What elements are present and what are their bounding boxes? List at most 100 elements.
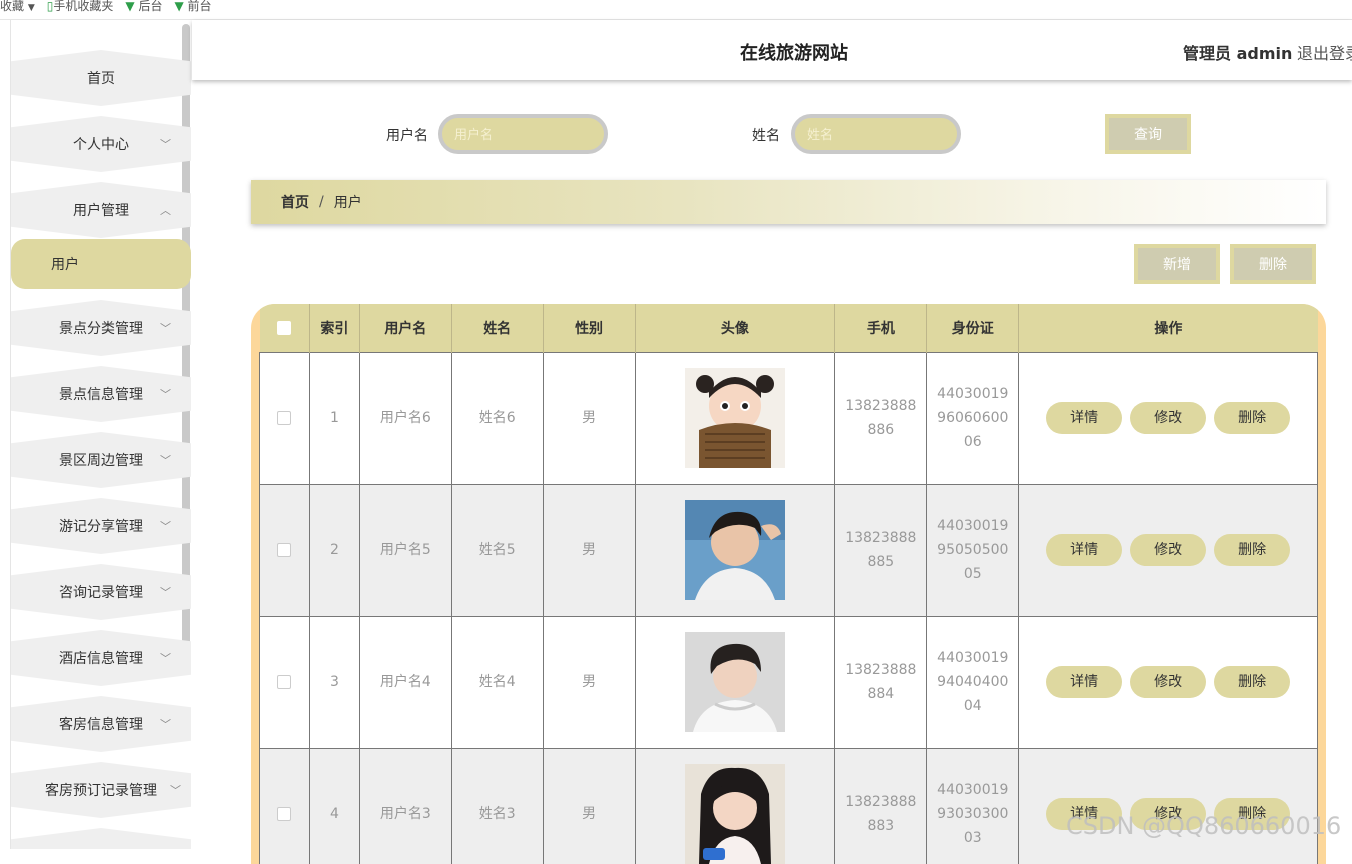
phone-line: 886 [867, 422, 895, 438]
idcard-line: 44030019 [937, 650, 1009, 666]
table-row: 4 用户名3 姓名3 男 13823888 883 44030019 9303030… [259, 747, 1318, 864]
avatar-image [684, 632, 785, 732]
detail-button[interactable]: 详情 [1046, 534, 1123, 566]
idcard-line: 05 [963, 566, 982, 582]
sidebar-divider [10, 20, 11, 849]
sidebar-item-user-management[interactable]: 用户管理 ︿ [11, 182, 191, 238]
chevron-down-icon: ﹀ [160, 652, 171, 665]
select-all-cell [259, 304, 310, 352]
bookmark-backend[interactable]: ▼ 后台 [125, 0, 162, 14]
sidebar-item-label: 首页 [87, 71, 115, 87]
bookmark-mobile[interactable]: ▯手机收藏夹 [47, 0, 114, 14]
caret-down-icon: ▼ [27, 3, 35, 13]
sidebar-item-room-info[interactable]: 客房信息管理 ﹀ [11, 696, 191, 752]
edit-button[interactable]: 修改 [1130, 402, 1207, 434]
cell-actions: 详情 修改 删除 [1018, 351, 1318, 485]
idcard-line: 94040400 [937, 674, 1009, 690]
logout-link[interactable]: 退出登录 [1297, 40, 1352, 64]
row-checkbox[interactable] [277, 543, 292, 557]
sidebar-item-consultation-records[interactable]: 咨询记录管理 ﹀ [11, 564, 191, 620]
cell-index: 4 [308, 747, 360, 864]
select-all-checkbox[interactable] [277, 320, 292, 335]
sidebar-item-user[interactable]: 用户 [11, 239, 191, 289]
phone-line: 885 [867, 554, 895, 570]
delete-button[interactable]: 删除 [1214, 534, 1291, 566]
cell-name: 姓名5 [450, 483, 544, 617]
sidebar-item-home[interactable]: 首页 [11, 50, 191, 106]
sidebar-item-scenic-surroundings[interactable]: 景区周边管理 ﹀ [11, 432, 191, 488]
cell-avatar [634, 351, 836, 485]
phone-line: 13823888 [845, 530, 917, 546]
site-title: 在线旅游网站 [740, 43, 848, 64]
avatar-image [684, 500, 785, 600]
phone-line: 883 [867, 818, 895, 834]
edit-button[interactable]: 修改 [1130, 666, 1207, 698]
delete-button[interactable]: 删除 [1214, 666, 1291, 698]
batch-delete-button[interactable]: 删除 [1230, 244, 1316, 284]
bookmark-backend-label: 后台 [138, 0, 163, 13]
cell-phone: 13823888 884 [834, 615, 928, 749]
cell-name: 姓名3 [450, 747, 544, 864]
sidebar-item-label: 个人中心 [73, 137, 129, 153]
cell-username: 用户名4 [358, 615, 452, 749]
chevron-up-icon: ︿ [160, 204, 171, 217]
delete-button[interactable]: 删除 [1214, 402, 1291, 434]
column-header-name: 姓名 [451, 304, 544, 352]
chevron-down-icon: ﹀ [160, 520, 171, 533]
detail-button[interactable]: 详情 [1046, 666, 1123, 698]
add-button[interactable]: 新增 [1134, 244, 1220, 284]
sidebar-item-label: 酒店信息管理 [59, 651, 143, 667]
cell-actions: 详情 修改 删除 [1018, 747, 1318, 864]
sidebar-item-hotel-info[interactable]: 酒店信息管理 ﹀ [11, 630, 191, 686]
sidebar-item-personal-center[interactable]: 个人中心 ﹀ [11, 116, 191, 172]
breadcrumb: 首页 / 用户 [251, 180, 1326, 224]
sidebar-item-room-booking[interactable]: 客房预订记录管理 ﹀ [11, 762, 191, 818]
phone-line: 884 [867, 686, 895, 702]
cell-actions: 详情 修改 删除 [1018, 615, 1318, 749]
column-header-idcard: 身份证 [926, 304, 1020, 352]
column-header-avatar: 头像 [635, 304, 836, 352]
bookmark-frontend-label: 前台 [187, 0, 212, 13]
sidebar-item-scenic-info[interactable]: 景点信息管理 ﹀ [11, 366, 191, 422]
sidebar-item-label: 用户管理 [73, 203, 129, 219]
bookmark-frontend[interactable]: ▼ 前台 [174, 0, 211, 14]
column-header-phone: 手机 [834, 304, 928, 352]
cell-avatar [634, 615, 836, 749]
idcard-line: 44030019 [937, 782, 1009, 798]
cell-phone: 13823888 883 [834, 747, 928, 864]
sidebar-item-more[interactable] [11, 828, 191, 849]
idcard-line: 96060600 [937, 410, 1009, 426]
edit-button[interactable]: 修改 [1130, 534, 1207, 566]
sidebar-item-label: 用户 [51, 257, 79, 273]
sidebar-item-scenic-category[interactable]: 景点分类管理 ﹀ [11, 300, 191, 356]
idcard-line: 44030019 [937, 518, 1009, 534]
bookmark-favorites-label: 收藏 [0, 0, 25, 13]
cell-idcard: 44030019 95050500 05 [926, 483, 1020, 617]
row-checkbox[interactable] [277, 675, 292, 689]
query-button[interactable]: 查询 [1105, 114, 1191, 154]
cell-gender: 男 [542, 351, 636, 485]
table-row: 2 用户名5 姓名5 男 13823888 885 44030019 9505050… [259, 483, 1318, 617]
cell-username: 用户名5 [358, 483, 452, 617]
cell-phone: 13823888 885 [834, 483, 928, 617]
username-search-input[interactable] [438, 114, 608, 154]
table-row: 3 用户名4 姓名4 男 13823888 884 44030019 9404040… [259, 615, 1318, 749]
idcard-line: 44030019 [937, 386, 1009, 402]
row-checkbox[interactable] [277, 411, 292, 425]
cell-avatar [634, 747, 836, 864]
name-search-input[interactable] [791, 114, 961, 154]
bookmark-favorites[interactable]: 收藏 ▼ [0, 0, 35, 14]
add-button-label: 新增 [1138, 248, 1216, 280]
row-checkbox-cell [259, 747, 310, 864]
sidebar-item-label: 景区周边管理 [59, 453, 143, 469]
detail-button[interactable]: 详情 [1046, 402, 1123, 434]
sidebar-item-travel-notes[interactable]: 游记分享管理 ﹀ [11, 498, 191, 554]
idcard-line: 06 [963, 434, 982, 450]
breadcrumb-home[interactable]: 首页 [281, 192, 309, 212]
idcard-line: 95050500 [937, 542, 1009, 558]
table-row: 1 用户名6 姓名6 男 13823888 886 44030019 96060… [259, 351, 1318, 485]
cell-index: 3 [308, 615, 360, 749]
admin-user-label: 管理员 admin [1183, 44, 1293, 63]
cell-username: 用户名6 [358, 351, 452, 485]
row-checkbox[interactable] [277, 807, 292, 821]
